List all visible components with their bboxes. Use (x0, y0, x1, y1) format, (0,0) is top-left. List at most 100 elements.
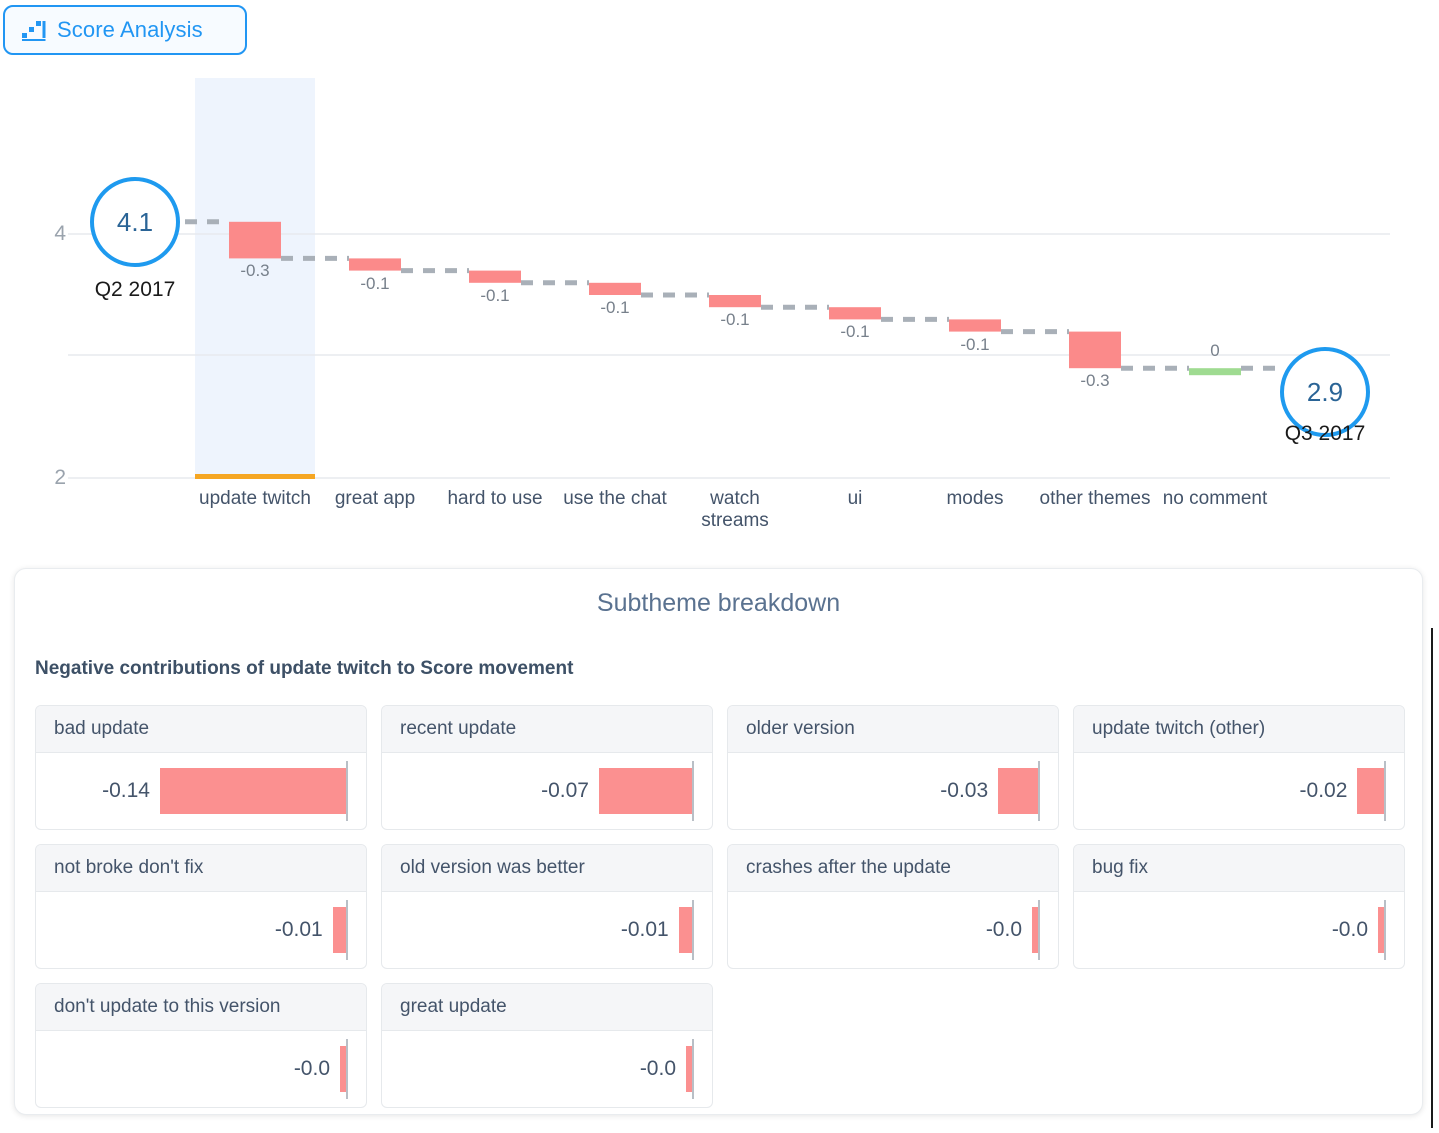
bar-value-label: -0.1 (960, 334, 990, 354)
subtheme-card-title: old version was better (382, 845, 712, 892)
subtheme-card-title: bug fix (1074, 845, 1404, 892)
subtheme-card-body: -0.01 (382, 892, 712, 968)
x-axis-label-modes[interactable]: modes (915, 488, 1035, 510)
subtheme-value: -0.0 (639, 1057, 676, 1080)
tab-label: Score Analysis (57, 17, 203, 42)
bar-value-label: -0.1 (840, 322, 870, 342)
subtheme-card-title: update twitch (other) (1074, 706, 1404, 753)
bar-value-label: -0.3 (1080, 371, 1110, 391)
subtheme-card[interactable]: don't update to this version -0.0 (35, 983, 367, 1108)
panel-subtitle: Negative contributions of update twitch … (35, 658, 574, 679)
subtheme-bar-baseline (692, 761, 694, 821)
page-edge-divider (1431, 628, 1433, 1128)
start-caption: Q2 2017 (94, 278, 176, 301)
bar-value-label: -0.1 (600, 298, 630, 317)
subtheme-card-body: -0.0 (728, 892, 1058, 968)
waterfall-bar[interactable] (229, 221, 281, 259)
subtheme-bar-baseline (346, 900, 348, 960)
x-axis-label-great-app[interactable]: great app (315, 488, 435, 510)
subtheme-card-body: -0.0 (1074, 892, 1404, 968)
subtheme-card-body: -0.01 (36, 892, 366, 968)
subtheme-card-body: -0.02 (1074, 753, 1404, 829)
subtheme-bar-baseline (1384, 900, 1386, 960)
subtheme-value: -0.14 (102, 779, 150, 802)
subtheme-breakdown-panel: Subtheme breakdown Negative contribution… (14, 568, 1423, 1115)
subtheme-bar (332, 907, 346, 953)
bar-chart-icon (21, 19, 47, 41)
selected-column-underline (195, 474, 315, 479)
waterfall-bar[interactable] (469, 270, 521, 283)
subtheme-card-grid: bad update -0.14 recent update -0.07 older v… (35, 705, 1405, 1108)
subtheme-card-title: older version (728, 706, 1058, 753)
subtheme-card[interactable]: bug fix -0.0 (1073, 844, 1405, 969)
subtheme-value: -0.03 (940, 779, 989, 802)
bar-value-label: -0.1 (720, 310, 750, 330)
subtheme-value: -0.0 (985, 918, 1022, 941)
x-axis-label-ui[interactable]: ui (795, 488, 915, 510)
y-axis-tick-2: 2 (54, 466, 66, 489)
tab-score-analysis[interactable]: Score Analysis (3, 5, 247, 55)
subtheme-card[interactable]: crashes after the update -0.0 (727, 844, 1059, 969)
subtheme-bar (599, 768, 692, 814)
subtheme-bar-baseline (1038, 900, 1040, 960)
subtheme-bar-baseline (346, 761, 348, 821)
y-axis-tick-4: 4 (54, 222, 66, 245)
bar-value-label: -0.1 (480, 285, 510, 305)
subtheme-value: -0.01 (274, 918, 323, 941)
subtheme-bar (160, 768, 346, 814)
x-axis-label-update-twitch[interactable]: update twitch (195, 488, 315, 510)
waterfall-bar[interactable] (1189, 368, 1241, 376)
subtheme-bar-baseline (1038, 761, 1040, 821)
x-axis-label-other-themes[interactable]: other themes (1035, 488, 1155, 510)
subtheme-card[interactable]: update twitch (other) -0.02 (1073, 705, 1405, 830)
subtheme-bar (678, 907, 692, 953)
subtheme-value: -0.0 (293, 1057, 330, 1080)
waterfall-bar[interactable] (589, 282, 641, 295)
subtheme-card[interactable]: old version was better -0.01 (381, 844, 713, 969)
bar-value-label: -0.3 (240, 261, 270, 281)
x-axis-label-hard-to-use[interactable]: hard to use (435, 488, 555, 510)
subtheme-bar (998, 768, 1038, 814)
subtheme-card-title: bad update (36, 706, 366, 753)
subtheme-card-title: great update (382, 984, 712, 1031)
waterfall-bar[interactable] (949, 319, 1001, 332)
x-axis-label-watch-streams[interactable]: watch streams (675, 488, 795, 532)
subtheme-card-title: don't update to this version (36, 984, 366, 1031)
subtheme-bar-baseline (692, 900, 694, 960)
subtheme-card-body: -0.14 (36, 753, 366, 829)
end-value: 2.9 (1306, 376, 1344, 407)
chart-canvas (68, 78, 1390, 479)
start-value-badge: 4.1 (90, 177, 180, 267)
subtheme-bar-baseline (346, 1039, 348, 1099)
waterfall-bar[interactable] (709, 295, 761, 308)
subtheme-card-title: recent update (382, 706, 712, 753)
subtheme-value: -0.02 (1299, 779, 1348, 802)
subtheme-value: -0.01 (620, 918, 669, 941)
subtheme-bar-baseline (1384, 761, 1386, 821)
subtheme-card[interactable]: great update -0.0 (381, 983, 713, 1108)
x-axis-label-no-comment[interactable]: no comment (1155, 488, 1275, 510)
subtheme-bar-baseline (692, 1039, 694, 1099)
waterfall-bar[interactable] (829, 307, 881, 320)
panel-title: Subtheme breakdown (596, 589, 841, 617)
subtheme-card[interactable]: not broke don't fix -0.01 (35, 844, 367, 969)
x-axis-label-use-the-chat[interactable]: use the chat (555, 488, 675, 510)
subtheme-card[interactable]: older version -0.03 (727, 705, 1059, 830)
subtheme-card-body: -0.0 (36, 1031, 366, 1107)
subtheme-value: -0.0 (1331, 918, 1368, 941)
end-caption: Q3 2017 (1284, 422, 1366, 445)
subtheme-card-body: -0.03 (728, 753, 1058, 829)
subtheme-card-title: crashes after the update (728, 845, 1058, 892)
score-analysis-page: Score Analysis 4 2 4.1 Q2 2017 2.9 Q3 20… (0, 0, 1439, 1133)
bar-value-label: -0.1 (360, 273, 390, 293)
subtheme-card-body: -0.0 (382, 1031, 712, 1107)
subtheme-bar (1357, 768, 1384, 814)
bar-value-label: 0 (1210, 341, 1220, 361)
waterfall-bar[interactable] (349, 258, 401, 271)
subtheme-card[interactable]: recent update -0.07 (381, 705, 713, 830)
waterfall-chart[interactable]: 4 2 4.1 Q2 2017 2.9 Q3 2017 -0.3 -0.1 -0.1… (0, 60, 1439, 545)
waterfall-bar[interactable] (1069, 331, 1121, 369)
subtheme-card[interactable]: bad update -0.14 (35, 705, 367, 830)
subtheme-card-body: -0.07 (382, 753, 712, 829)
start-value: 4.1 (116, 206, 154, 237)
